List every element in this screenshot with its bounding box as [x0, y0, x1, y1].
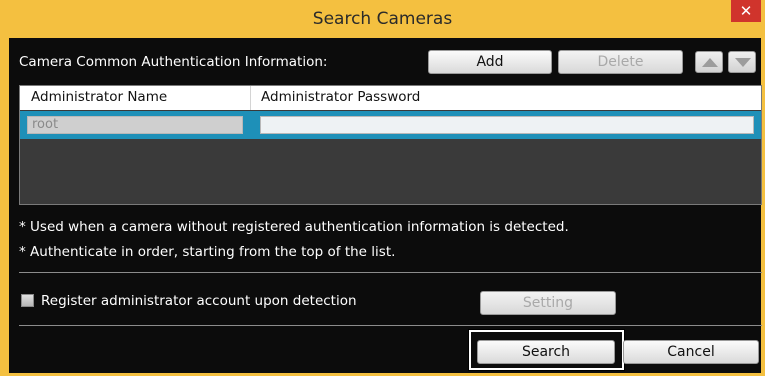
table-header: Administrator Name Administrator Passwor…: [20, 86, 761, 110]
divider: [19, 272, 762, 273]
note-registered-auth: * Used when a camera without registered …: [19, 219, 569, 235]
column-header-admin-name[interactable]: Administrator Name: [31, 89, 167, 105]
column-header-admin-password[interactable]: Administrator Password: [261, 89, 420, 105]
register-admin-checkbox[interactable]: [21, 294, 34, 307]
dialog-body: Camera Common Authentication Information…: [9, 38, 762, 373]
triangle-up-icon: [702, 58, 718, 67]
triangle-down-icon: [735, 58, 751, 67]
move-down-button[interactable]: [728, 51, 756, 73]
divider: [19, 325, 762, 326]
note-auth-order: * Authenticate in order, starting from t…: [19, 244, 396, 260]
move-up-button[interactable]: [695, 51, 723, 73]
table-row[interactable]: root: [20, 111, 761, 139]
admin-name-cell[interactable]: root: [27, 116, 243, 134]
title-bar[interactable]: Search Cameras ✕: [0, 0, 765, 38]
add-button[interactable]: Add: [428, 50, 552, 74]
cancel-button[interactable]: Cancel: [623, 340, 759, 364]
auth-info-label: Camera Common Authentication Information…: [19, 54, 328, 70]
close-icon: ✕: [739, 2, 753, 20]
setting-button[interactable]: Setting: [480, 291, 616, 315]
register-admin-label[interactable]: Register administrator account upon dete…: [41, 293, 357, 309]
auth-table[interactable]: Administrator Name Administrator Passwor…: [19, 85, 762, 205]
delete-button[interactable]: Delete: [558, 50, 683, 74]
search-cameras-dialog: Search Cameras ✕ Camera Common Authentic…: [0, 0, 765, 376]
window-title: Search Cameras: [312, 9, 453, 29]
column-divider[interactable]: [250, 86, 251, 110]
search-button[interactable]: Search: [477, 340, 615, 364]
close-button[interactable]: ✕: [731, 0, 761, 22]
admin-password-field[interactable]: [260, 116, 754, 134]
